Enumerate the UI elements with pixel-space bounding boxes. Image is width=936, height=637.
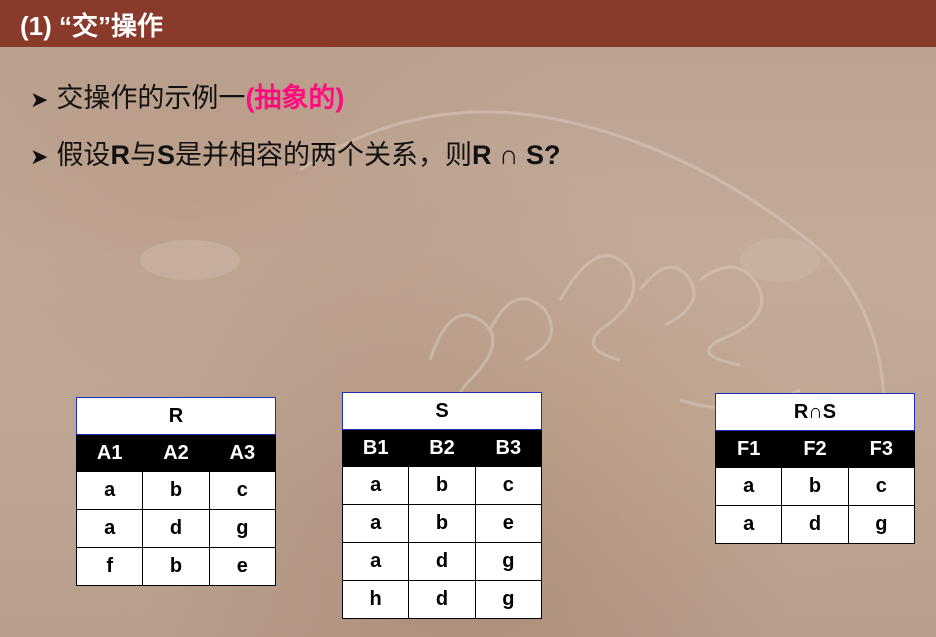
arrow-bullet-icon: ➤	[30, 88, 49, 113]
table-cell: b	[408, 466, 476, 505]
table-cell: d	[781, 505, 849, 544]
table-cell: b	[142, 547, 210, 586]
table-cell: b	[142, 471, 210, 510]
bullet-assumption-pre: 假设	[56, 140, 111, 171]
table-row: a d g	[341, 542, 543, 581]
table-cell: a	[75, 471, 144, 510]
table-row: a d g	[714, 505, 916, 544]
arrow-bullet-icon: ➤	[30, 145, 49, 170]
table-cell: a	[341, 542, 410, 581]
intersection-expression: R ∩ S?	[471, 140, 561, 170]
bullet-example-highlight: (抽象的)	[245, 83, 345, 113]
table-cell: d	[408, 542, 476, 581]
table-r: R A1 A2 A3 a b c a d g f b e	[75, 397, 277, 586]
table-row: h d g	[341, 580, 543, 619]
table-cell: c	[208, 471, 277, 510]
table-caption: R∩S	[715, 393, 915, 431]
table-row: a b c	[75, 471, 277, 510]
bullet-example-text: 交操作的示例一	[56, 83, 246, 114]
table-cell: e	[208, 547, 277, 586]
table-cell: g	[847, 505, 916, 544]
table-cell: b	[781, 467, 849, 506]
bullet-assumption-post: 是并相容的两个关系，则	[174, 140, 472, 171]
table-row: a b c	[714, 467, 916, 506]
table-cell: a	[714, 505, 783, 544]
table-r-intersect-s: R∩S F1 F2 F3 a b c a d g	[714, 393, 916, 544]
bullet-assumption: ➤ 假设R与S是并相容的两个关系，则R ∩ S?	[30, 133, 560, 172]
table-row: a d g	[75, 509, 277, 548]
table-cell: f	[75, 547, 144, 586]
relation-s-label: S	[156, 140, 175, 170]
table-row: a b e	[341, 504, 543, 543]
column-header: F1	[714, 430, 783, 468]
slide-title: (1) “交”操作	[20, 11, 164, 41]
table-cell: a	[714, 467, 783, 506]
table-cell: g	[208, 509, 277, 548]
column-header: A1	[75, 434, 144, 472]
column-header: B1	[341, 429, 410, 467]
title-bar: (1) “交”操作	[0, 0, 936, 47]
table-cell: d	[142, 509, 210, 548]
table-cell: h	[341, 580, 410, 619]
column-header: F2	[781, 430, 849, 468]
table-cell: a	[341, 466, 410, 505]
table-s: S B1 B2 B3 a b c a b e a d g h d g	[341, 392, 543, 619]
column-header: B2	[408, 429, 476, 467]
table-row: f b e	[75, 547, 277, 586]
relation-r-label: R	[110, 140, 130, 170]
table-cell: e	[474, 504, 543, 543]
table-row: a b c	[341, 466, 543, 505]
column-header: A2	[142, 434, 210, 472]
column-header: A3	[208, 434, 277, 472]
table-caption: R	[76, 397, 276, 435]
table-cell: a	[341, 504, 410, 543]
table-cell: a	[75, 509, 144, 548]
bullet-assumption-mid: 与	[129, 140, 157, 171]
table-cell: c	[474, 466, 543, 505]
bullet-example: ➤ 交操作的示例一(抽象的)	[30, 76, 344, 115]
table-caption: S	[342, 392, 542, 430]
column-header: B3	[474, 429, 543, 467]
table-cell: g	[474, 580, 543, 619]
table-cell: g	[474, 542, 543, 581]
table-cell: d	[408, 580, 476, 619]
table-cell: c	[847, 467, 916, 506]
table-cell: b	[408, 504, 476, 543]
column-header: F3	[847, 430, 916, 468]
